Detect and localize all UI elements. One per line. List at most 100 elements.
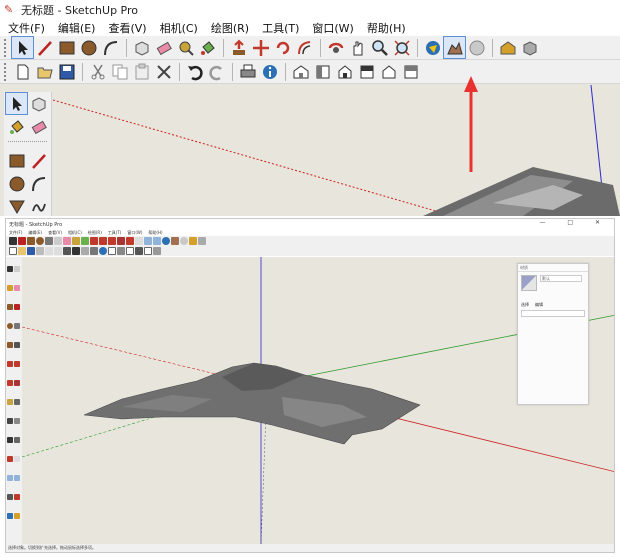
dimension-icon[interactable] bbox=[14, 399, 20, 405]
toggle-terrain-icon[interactable] bbox=[171, 237, 179, 245]
arc-tool-button[interactable] bbox=[100, 37, 121, 58]
select-icon[interactable] bbox=[7, 266, 13, 272]
left-circle-button[interactable] bbox=[6, 173, 27, 194]
tape-measure-icon[interactable] bbox=[72, 237, 80, 245]
circle-tool-button[interactable] bbox=[78, 37, 99, 58]
zoom-tool-button[interactable] bbox=[369, 37, 390, 58]
text-icon[interactable] bbox=[7, 418, 13, 424]
left-rectangle-button[interactable] bbox=[6, 150, 27, 171]
orbit-tool-button[interactable] bbox=[325, 37, 346, 58]
erase-icon[interactable] bbox=[63, 247, 71, 255]
save-button[interactable] bbox=[56, 61, 77, 82]
menu-camera[interactable]: 相机(C) bbox=[160, 20, 198, 36]
menu-edit[interactable]: 编辑(E) bbox=[58, 20, 96, 36]
left-view-icon[interactable] bbox=[153, 247, 161, 255]
select-icon[interactable] bbox=[9, 237, 17, 245]
menu-file[interactable]: 文件(F) bbox=[9, 230, 22, 236]
model-info-button[interactable] bbox=[259, 61, 280, 82]
menu-draw[interactable]: 绘图(R) bbox=[211, 20, 249, 36]
menu-edit[interactable]: 编辑(E) bbox=[28, 230, 42, 236]
material-library-dropdown[interactable] bbox=[521, 310, 585, 317]
push-pull-button[interactable] bbox=[228, 37, 249, 58]
menu-window[interactable]: 窗口(W) bbox=[312, 20, 353, 36]
rotate-icon[interactable] bbox=[108, 237, 116, 245]
top-view-button[interactable] bbox=[312, 61, 333, 82]
orbit-icon[interactable] bbox=[7, 456, 13, 462]
material-name-field[interactable]: 默认 bbox=[540, 275, 582, 282]
push-pull-icon[interactable] bbox=[90, 237, 98, 245]
left-select-button[interactable] bbox=[5, 92, 28, 115]
warehouse-icon[interactable] bbox=[189, 237, 197, 245]
erase-button[interactable] bbox=[153, 61, 174, 82]
left-polygon-button[interactable] bbox=[6, 196, 27, 216]
new-button[interactable] bbox=[12, 61, 33, 82]
photo-textures-icon[interactable] bbox=[180, 237, 188, 245]
move-tool-button[interactable] bbox=[250, 37, 271, 58]
look-around-icon[interactable] bbox=[14, 494, 20, 500]
menu-view[interactable]: 查看(V) bbox=[48, 230, 62, 236]
eraser-icon[interactable] bbox=[63, 237, 71, 245]
left-eraser-button[interactable] bbox=[28, 116, 49, 137]
rectangle-icon[interactable] bbox=[7, 304, 13, 310]
axes-icon[interactable] bbox=[14, 418, 20, 424]
menu-view[interactable]: 查看(V) bbox=[108, 20, 146, 36]
move-icon[interactable] bbox=[14, 361, 20, 367]
rotate-icon[interactable] bbox=[7, 380, 13, 386]
toolbar-grip[interactable] bbox=[4, 38, 8, 57]
paste-icon[interactable] bbox=[54, 247, 62, 255]
print-icon[interactable] bbox=[90, 247, 98, 255]
iso-view-icon[interactable] bbox=[108, 247, 116, 255]
toggle-terrain-button[interactable] bbox=[443, 36, 466, 59]
pan-icon[interactable] bbox=[135, 237, 143, 245]
zoomed-drawing-area[interactable] bbox=[53, 85, 620, 216]
arc-icon[interactable] bbox=[45, 237, 53, 245]
add-location-icon[interactable] bbox=[7, 513, 13, 519]
model-info-icon[interactable] bbox=[99, 247, 107, 255]
arc-icon[interactable] bbox=[14, 323, 20, 329]
copy-icon[interactable] bbox=[45, 247, 53, 255]
menu-help[interactable]: 帮助(H) bbox=[367, 20, 406, 36]
left-line-button[interactable] bbox=[28, 150, 49, 171]
warehouse-icon[interactable] bbox=[14, 513, 20, 519]
tape-measure-icon[interactable] bbox=[7, 399, 13, 405]
tab-select[interactable]: 选择 bbox=[521, 302, 529, 308]
iso-view-button[interactable] bbox=[290, 61, 311, 82]
tab-edit[interactable]: 编辑 bbox=[535, 302, 543, 308]
select-tool-button[interactable] bbox=[11, 36, 34, 59]
copy-button[interactable] bbox=[109, 61, 130, 82]
open-icon[interactable] bbox=[18, 247, 26, 255]
menu-tools[interactable]: 工具(T) bbox=[108, 230, 122, 236]
left-paint-button[interactable] bbox=[6, 116, 27, 137]
walk-icon[interactable] bbox=[7, 437, 13, 443]
make-component-button[interactable] bbox=[131, 37, 152, 58]
print-button[interactable] bbox=[237, 61, 258, 82]
add-location-icon[interactable] bbox=[162, 237, 170, 245]
new-icon[interactable] bbox=[9, 247, 17, 255]
position-camera-icon[interactable] bbox=[14, 437, 20, 443]
redo-button[interactable] bbox=[206, 61, 227, 82]
line-icon[interactable] bbox=[18, 237, 26, 245]
menu-camera[interactable]: 相机(C) bbox=[68, 230, 82, 236]
circle-icon[interactable] bbox=[7, 323, 13, 329]
save-icon[interactable] bbox=[27, 247, 35, 255]
front-view-icon[interactable] bbox=[126, 247, 134, 255]
menu-draw[interactable]: 绘图(R) bbox=[88, 230, 102, 236]
undo-button[interactable] bbox=[184, 61, 205, 82]
paint-bucket-icon[interactable] bbox=[81, 237, 89, 245]
move-icon[interactable] bbox=[99, 237, 107, 245]
make-component-icon[interactable] bbox=[14, 266, 20, 272]
warehouse-button[interactable] bbox=[497, 37, 518, 58]
push-pull-icon[interactable] bbox=[7, 361, 13, 367]
section-plane-icon[interactable] bbox=[7, 494, 13, 500]
eraser-icon[interactable] bbox=[14, 285, 20, 291]
circle-icon[interactable] bbox=[36, 237, 44, 245]
rectangle-icon[interactable] bbox=[27, 237, 35, 245]
polygon-icon[interactable] bbox=[7, 342, 13, 348]
menu-help[interactable]: 帮助(H) bbox=[148, 230, 162, 236]
eraser-tool-button[interactable] bbox=[153, 37, 174, 58]
paint-bucket-button[interactable] bbox=[197, 37, 218, 58]
add-location-button[interactable] bbox=[422, 37, 443, 58]
orbit-icon[interactable] bbox=[126, 237, 134, 245]
undo-icon[interactable] bbox=[72, 247, 80, 255]
left-component-button[interactable] bbox=[28, 93, 49, 114]
